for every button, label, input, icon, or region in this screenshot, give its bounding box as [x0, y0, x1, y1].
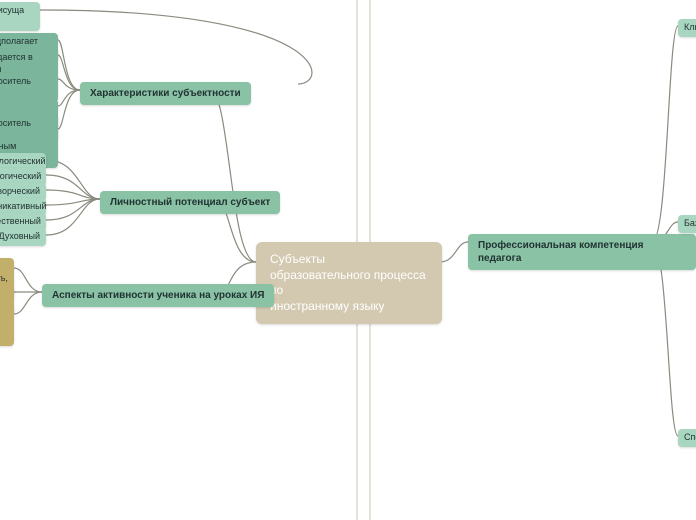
node-activity[interactable]: Субъекту присуща активность	[0, 2, 40, 31]
root-node[interactable]: Субъекты образовательного процесса по ин…	[256, 242, 442, 324]
node-prof-item-2[interactable]: Специальные	[678, 429, 696, 447]
mindmap-canvas[interactable]: Субъекты образовательного процесса по ин…	[0, 0, 696, 520]
node-potential[interactable]: Личностный потенциал субъект	[100, 191, 280, 214]
node-asp-item-2[interactable]: речевая (общение в паре, группе, ролевых…	[0, 305, 14, 346]
node-characteristics[interactable]: Характеристики субъектности	[80, 82, 251, 105]
node-prof-competence[interactable]: Профессиональная компетенция педагога	[468, 234, 696, 270]
node-pot-item-5[interactable]: Духовный	[0, 228, 46, 246]
node-prof-item-1[interactable]: Базовые	[678, 215, 696, 233]
node-char-item-2[interactable]: Субъект — носитель смысла	[0, 73, 58, 102]
node-aspects[interactable]: Аспекты активности ученика на уроках ИЯ	[42, 284, 274, 307]
node-prof-item-0[interactable]: Ключевые	[678, 19, 696, 37]
